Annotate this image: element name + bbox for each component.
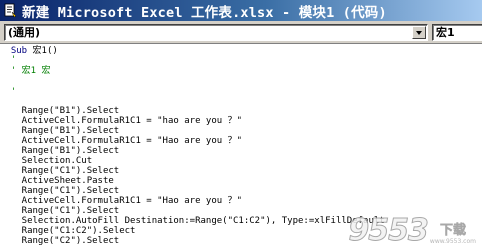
- code-comment: ' 宏1 宏: [0, 66, 482, 77]
- window-title: 新建 Microsoft Excel 工作表.xlsx - 模块1 (代码): [22, 4, 387, 21]
- vba-module-icon: [4, 3, 17, 18]
- chevron-down-icon: [416, 30, 422, 35]
- code-window-selector-bar: (通用) 宏1: [0, 21, 482, 44]
- procedure-dropdown[interactable]: 宏1: [432, 24, 482, 41]
- code-editor[interactable]: Sub 宏1() ' ' 宏1 宏 ' Range("B1").Select A…: [0, 44, 482, 248]
- watermark-url: www.9553.com: [429, 238, 476, 245]
- object-dropdown[interactable]: (通用): [4, 24, 428, 41]
- comment-text: ': [10, 55, 17, 65]
- watermark-number: 9553: [348, 213, 429, 248]
- comment-text: ': [10, 87, 17, 97]
- site-watermark: 9553 下载 www.9553.com: [348, 213, 476, 248]
- title-bar[interactable]: 新建 Microsoft Excel 工作表.xlsx - 模块1 (代码): [0, 0, 482, 21]
- object-dropdown-value: (通用): [8, 26, 41, 39]
- object-dropdown-button[interactable]: [412, 26, 426, 39]
- code-comment: ': [0, 55, 482, 66]
- procedure-dropdown-value: 宏1: [436, 26, 455, 39]
- code-comment: ': [0, 87, 482, 98]
- watermark-label: 下载: [439, 223, 467, 238]
- comment-text: ' 宏1 宏: [10, 66, 51, 76]
